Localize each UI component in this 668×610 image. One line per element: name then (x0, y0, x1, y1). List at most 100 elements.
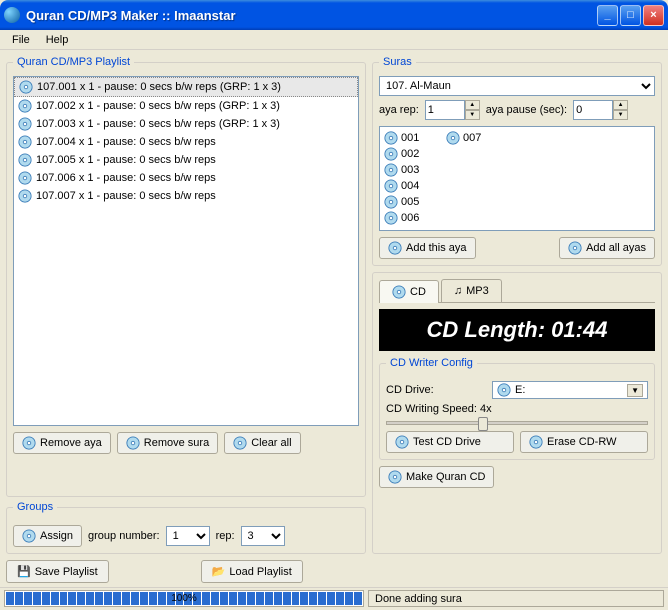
aya-number: 007 (463, 132, 481, 144)
cd-icon (384, 195, 398, 209)
maximize-button[interactable]: □ (620, 5, 641, 26)
add-this-aya-button[interactable]: Add this aya (379, 237, 476, 259)
writer-legend: CD Writer Config (386, 357, 477, 369)
aya-number: 004 (401, 180, 419, 192)
make-quran-cd-button[interactable]: Make Quran CD (379, 466, 494, 488)
groups-group: Groups Assign group number: 1 rep: 3 (6, 501, 366, 554)
menu-help[interactable]: Help (38, 32, 77, 48)
chevron-down-icon: ▼ (627, 384, 643, 397)
playlist-item[interactable]: 107.007 x 1 - pause: 0 secs b/w reps (14, 187, 358, 205)
aya-number: 002 (401, 148, 419, 160)
playlist-item[interactable]: 107.001 x 1 - pause: 0 secs b/w reps (GR… (14, 77, 358, 97)
playlist-item-text: 107.004 x 1 - pause: 0 secs b/w reps (36, 136, 216, 148)
aya-pause-input[interactable] (573, 100, 613, 120)
cd-icon (22, 436, 36, 450)
group-number-label: group number: (88, 530, 160, 542)
cd-icon (19, 80, 33, 94)
cd-icon (388, 241, 402, 255)
aya-item[interactable]: 006 (384, 211, 440, 225)
cd-icon (384, 147, 398, 161)
aya-item[interactable]: 001 (384, 131, 440, 145)
cd-icon (497, 383, 511, 397)
aya-item[interactable]: 004 (384, 179, 440, 193)
save-playlist-button[interactable]: 💾 Save Playlist (6, 560, 109, 583)
load-playlist-button[interactable]: 📂 Load Playlist (201, 560, 303, 583)
playlist-item[interactable]: 107.005 x 1 - pause: 0 secs b/w reps (14, 151, 358, 169)
cd-icon (18, 189, 32, 203)
aya-number: 006 (401, 212, 419, 224)
aya-number: 005 (401, 196, 419, 208)
aya-item[interactable]: 007 (446, 131, 502, 145)
playlist-item-text: 107.005 x 1 - pause: 0 secs b/w reps (36, 154, 216, 166)
menu-file[interactable]: File (4, 32, 38, 48)
sura-select[interactable]: 107. Al-Maun (379, 76, 655, 96)
cd-icon (392, 285, 406, 299)
progress-percent: 100% (5, 593, 363, 604)
rep-label: rep: (216, 530, 235, 542)
playlist-item-text: 107.003 x 1 - pause: 0 secs b/w reps (GR… (36, 118, 280, 130)
playlist-item[interactable]: 107.003 x 1 - pause: 0 secs b/w reps (GR… (14, 115, 358, 133)
writer-config-group: CD Writer Config CD Drive: E:▼ CD Writin… (379, 357, 655, 460)
progress-bar: 100% (4, 590, 364, 607)
tab-cd[interactable]: CD (379, 280, 439, 303)
erase-cd-rw-button[interactable]: Erase CD-RW (520, 431, 648, 453)
cd-icon (395, 435, 409, 449)
tab-mp3[interactable]: ♫MP3 (441, 279, 502, 302)
playlist-item[interactable]: 107.006 x 1 - pause: 0 secs b/w reps (14, 169, 358, 187)
playlist-item[interactable]: 107.004 x 1 - pause: 0 secs b/w reps (14, 133, 358, 151)
group-number-select[interactable]: 1 (166, 526, 210, 546)
cd-drive-select[interactable]: E:▼ (492, 381, 648, 399)
playlist-listbox[interactable]: 107.001 x 1 - pause: 0 secs b/w reps (GR… (13, 76, 359, 426)
playlist-legend: Quran CD/MP3 Playlist (13, 56, 134, 68)
minimize-button[interactable]: _ (597, 5, 618, 26)
playlist-item-text: 107.007 x 1 - pause: 0 secs b/w reps (36, 190, 216, 202)
playlist-item-text: 107.002 x 1 - pause: 0 secs b/w reps (GR… (36, 100, 280, 112)
clear-all-button[interactable]: Clear all (224, 432, 300, 454)
writing-speed-label: CD Writing Speed: 4x (386, 403, 492, 415)
playlist-item-text: 107.001 x 1 - pause: 0 secs b/w reps (GR… (37, 81, 281, 93)
music-icon: ♫ (454, 285, 462, 297)
aya-rep-label: aya rep: (379, 104, 419, 116)
aya-item[interactable]: 002 (384, 147, 440, 161)
aya-item[interactable]: 005 (384, 195, 440, 209)
add-all-ayas-button[interactable]: Add all ayas (559, 237, 655, 259)
aya-pause-up[interactable]: ▲ (613, 100, 628, 110)
aya-rep-input[interactable] (425, 100, 465, 120)
cd-icon (233, 436, 247, 450)
aya-item[interactable]: 003 (384, 163, 440, 177)
cd-length-display: CD Length: 01:44 (379, 309, 655, 351)
close-button[interactable]: × (643, 5, 664, 26)
speed-slider[interactable] (386, 421, 648, 425)
remove-sura-button[interactable]: Remove sura (117, 432, 218, 454)
cd-icon (384, 179, 398, 193)
status-text: Done adding sura (368, 590, 664, 607)
statusbar: 100% Done adding sura (0, 587, 668, 609)
cd-icon (22, 529, 36, 543)
suras-legend: Suras (379, 56, 416, 68)
test-cd-drive-button[interactable]: Test CD Drive (386, 431, 514, 453)
slider-thumb[interactable] (478, 417, 488, 431)
suras-group: Suras 107. Al-Maun aya rep: ▲▼ aya pause… (372, 56, 662, 266)
cd-icon (126, 436, 140, 450)
assign-button[interactable]: Assign (13, 525, 82, 547)
cd-icon (568, 241, 582, 255)
aya-rep-down[interactable]: ▼ (465, 110, 480, 120)
output-section: CD ♫MP3 CD Length: 01:44 CD Writer Confi… (372, 272, 662, 554)
cd-icon (18, 135, 32, 149)
cd-icon (384, 131, 398, 145)
cd-icon (529, 435, 543, 449)
remove-aya-button[interactable]: Remove aya (13, 432, 111, 454)
cd-icon (18, 99, 32, 113)
playlist-item-text: 107.006 x 1 - pause: 0 secs b/w reps (36, 172, 216, 184)
playlist-item[interactable]: 107.002 x 1 - pause: 0 secs b/w reps (GR… (14, 97, 358, 115)
aya-pause-down[interactable]: ▼ (613, 110, 628, 120)
aya-rep-up[interactable]: ▲ (465, 100, 480, 110)
cd-icon (446, 131, 460, 145)
menubar: File Help (0, 30, 668, 50)
cd-icon (18, 153, 32, 167)
cd-icon (384, 163, 398, 177)
groups-legend: Groups (13, 501, 57, 513)
rep-select[interactable]: 3 (241, 526, 285, 546)
aya-list[interactable]: 001 002 003 004 005 006 007 (379, 126, 655, 231)
cd-drive-label: CD Drive: (386, 384, 486, 396)
